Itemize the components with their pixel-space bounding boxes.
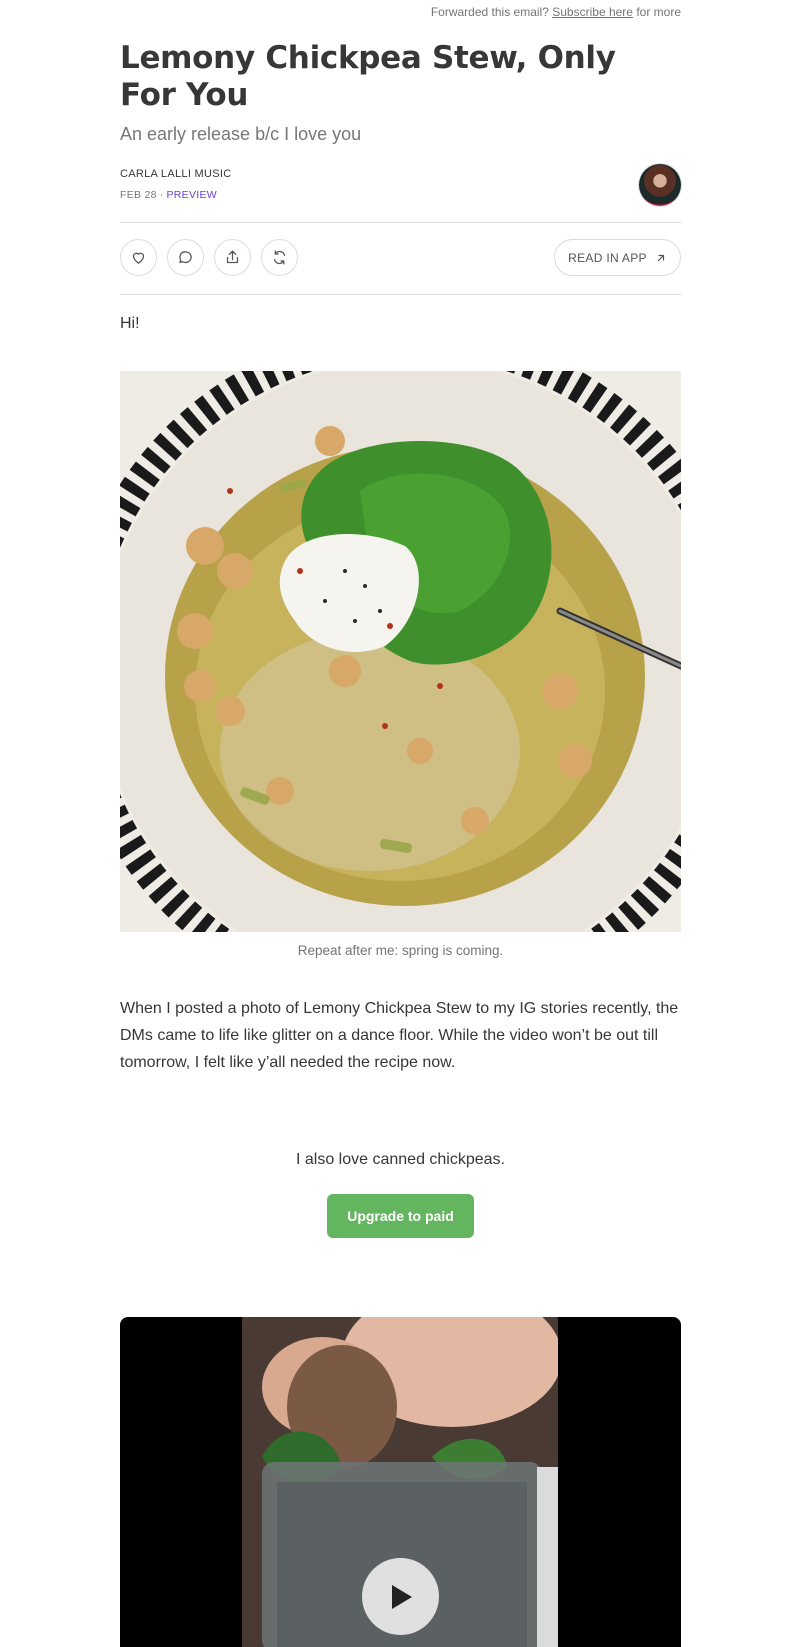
forward-suffix: for more: [636, 5, 681, 19]
read-in-app-button[interactable]: READ IN APP: [554, 239, 681, 276]
forward-prefix: Forwarded this email?: [430, 5, 549, 19]
play-button[interactable]: [362, 1558, 439, 1635]
post-subtitle: An early release b/c I love you: [120, 124, 362, 144]
stew-photo: [120, 371, 681, 932]
author-avatar[interactable]: [639, 164, 681, 206]
share-icon: [226, 250, 239, 264]
meta-separator: ∙: [160, 189, 164, 201]
divider-top: [120, 222, 681, 223]
share-button[interactable]: [214, 239, 251, 276]
subscribe-link[interactable]: Subscribe here: [552, 5, 633, 19]
greeting: Hi!: [120, 315, 140, 332]
image-caption: Repeat after me: spring is coming.: [297, 943, 504, 958]
comment-icon: [179, 251, 192, 264]
intro-paragraph: When I posted a photo of Lemony Chickpea…: [120, 1000, 679, 1071]
forward-notice: Forwarded this email? Subscribe here for…: [431, 5, 681, 19]
play-icon: [391, 1584, 412, 1609]
like-button[interactable]: [120, 239, 157, 276]
post-title[interactable]: Lemony Chickpea Stew, Only For You: [120, 40, 681, 114]
arrow-up-right-icon: [657, 254, 664, 261]
restack-icon: [273, 250, 286, 265]
read-in-app-label: READ IN APP: [568, 250, 647, 265]
restack-button[interactable]: [261, 239, 298, 276]
publication-name[interactable]: CARLA LALLI MUSIC: [120, 168, 231, 180]
comment-button[interactable]: [167, 239, 204, 276]
upgrade-button[interactable]: Upgrade to paid: [327, 1194, 474, 1238]
preview-badge: PREVIEW: [166, 189, 218, 201]
heart-icon: [132, 252, 145, 264]
cta-text: I also love canned chickpeas.: [295, 1151, 505, 1168]
post-meta: FEB 28 ∙ PREVIEW: [120, 189, 217, 201]
divider-bottom: [120, 294, 681, 295]
post-date: FEB 28: [120, 189, 157, 201]
